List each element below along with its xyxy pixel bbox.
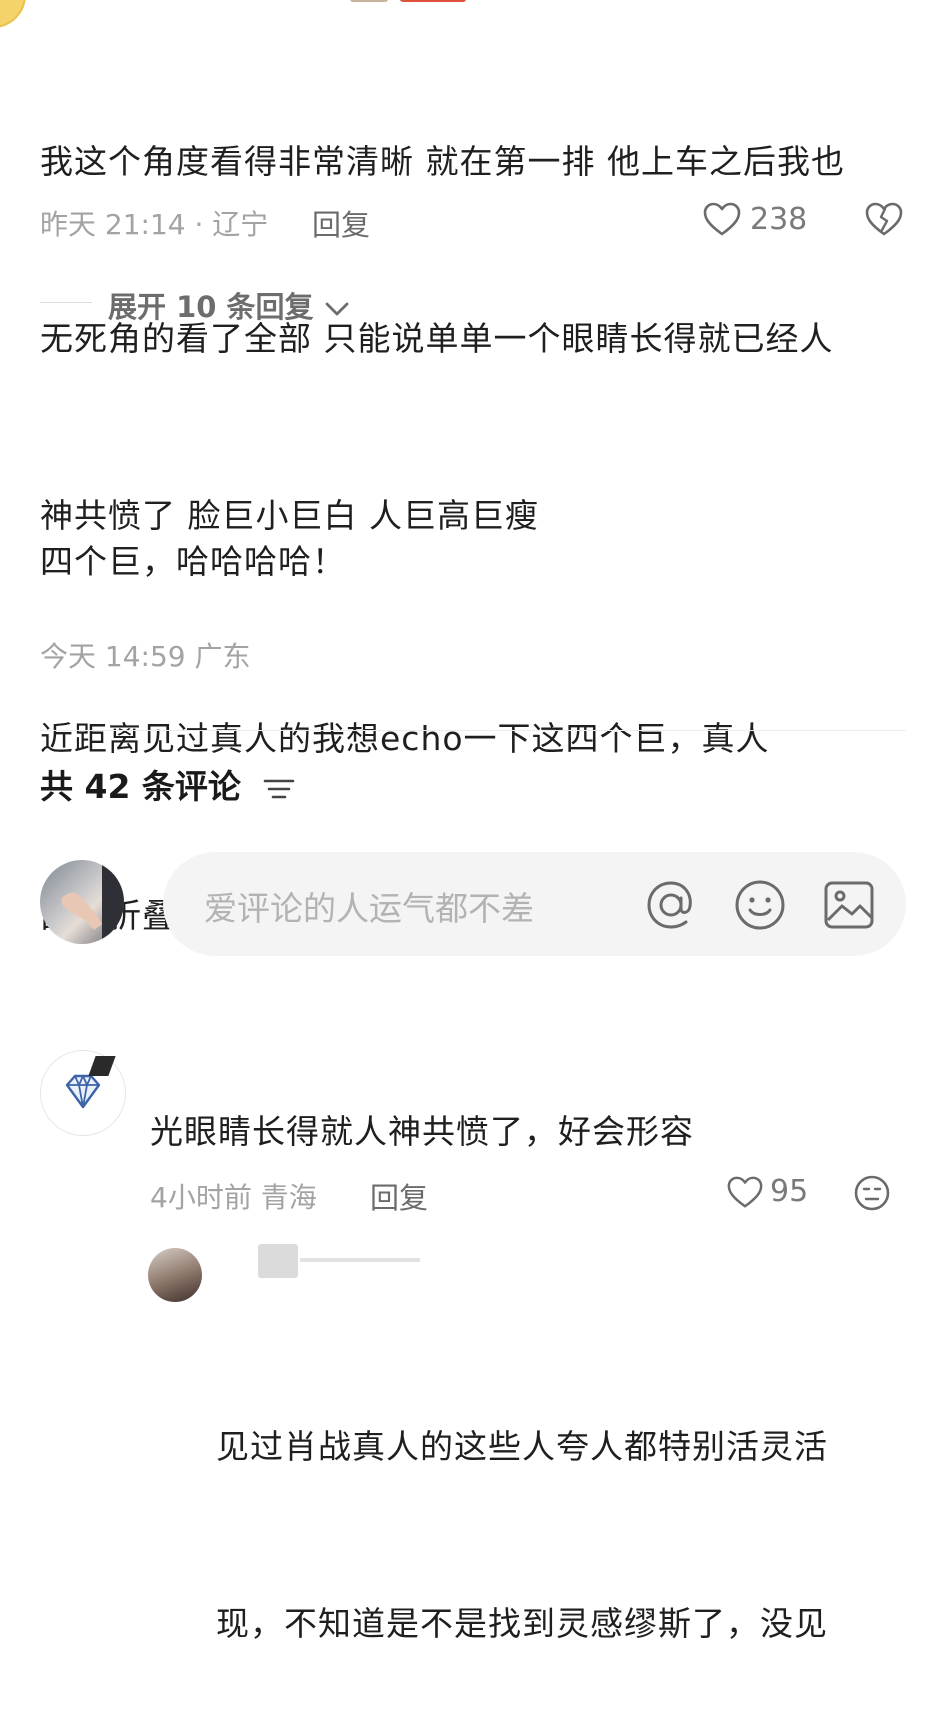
expand-replies-button[interactable]: 展开 10 条回复 <box>108 284 350 326</box>
blurred-name <box>258 1244 298 1278</box>
broken-heart-icon <box>865 202 903 236</box>
dislike-button[interactable] <box>853 1174 891 1212</box>
blurred-name <box>300 1258 420 1262</box>
like-button[interactable] <box>726 1174 764 1212</box>
comment-line: 现，不知道是不是找到灵感缪斯了，没见 <box>216 1604 828 1643</box>
image-button[interactable] <box>822 878 876 932</box>
comment-count-header: 共 42 条评论 <box>40 760 296 808</box>
hand-photo <box>61 860 124 944</box>
user-avatar[interactable] <box>0 0 26 28</box>
like-count: 95 <box>770 1174 809 1209</box>
smiley-icon <box>735 880 785 930</box>
user-badge <box>400 0 466 2</box>
subreply-text: 见过肖战真人的这些人夸人都特别活灵活 现，不知道是不是找到灵感缪斯了，没见 <box>216 1299 916 1712</box>
comment-time-location: 今天 14:59 广东 <box>40 640 251 673</box>
heart-icon <box>727 1176 763 1208</box>
comment-time-location: 昨天 21:14 · 辽宁 <box>40 208 269 241</box>
chevron-down-icon <box>325 302 349 316</box>
user-badge <box>350 0 388 2</box>
subreply-avatar[interactable] <box>148 1248 202 1302</box>
dislike-button[interactable] <box>864 200 904 240</box>
comment-text: 光眼睛长得就人神共愤了，好会形容 <box>150 1112 694 1151</box>
heart-icon <box>703 202 741 236</box>
comment-line: 四个巨，哈哈哈哈！ <box>40 542 346 581</box>
current-user-avatar[interactable] <box>40 860 124 944</box>
at-icon <box>647 881 692 929</box>
reply-button[interactable]: 回复 <box>312 202 370 244</box>
divider-line <box>40 302 92 303</box>
section-divider <box>40 730 906 731</box>
sort-icon[interactable] <box>262 774 296 804</box>
emoji-button[interactable] <box>733 878 787 932</box>
reply-button[interactable]: 回复 <box>370 1175 428 1217</box>
comment-count-title: 共 42 条评论 <box>40 767 241 806</box>
comment-time-location: 4小时前 青海 <box>150 1181 317 1214</box>
image-icon <box>824 881 874 929</box>
comment-line: 见过肖战真人的这些人夸人都特别活灵活 <box>216 1427 828 1466</box>
like-button[interactable] <box>702 200 742 240</box>
meh-face-icon <box>854 1175 890 1211</box>
mention-button[interactable] <box>644 878 698 932</box>
expand-replies-label: 展开 10 条回复 <box>108 290 314 324</box>
comment-line: 我这个角度看得非常清晰 就在第一排 他上车之后我也 <box>40 142 845 181</box>
comment-input[interactable]: 爱评论的人运气都不差 <box>204 882 534 930</box>
like-count: 238 <box>750 202 808 237</box>
